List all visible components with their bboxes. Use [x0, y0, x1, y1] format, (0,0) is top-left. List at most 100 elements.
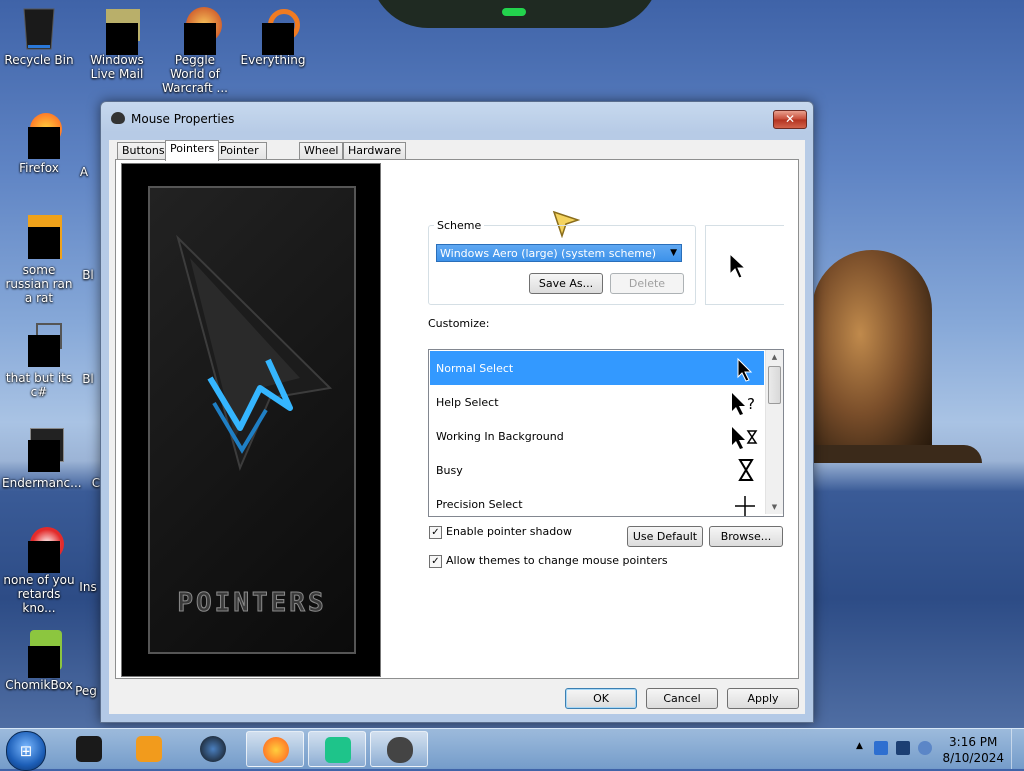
recycle-bin-icon — [16, 5, 62, 51]
show-desktop-button[interactable] — [1011, 729, 1024, 769]
mouse-icon — [387, 737, 413, 763]
scroll-down-icon[interactable]: ▼ — [766, 500, 783, 514]
taskbar-app-2[interactable] — [120, 731, 178, 767]
taskbar-mouse-properties[interactable] — [370, 731, 428, 767]
redaction-box — [28, 227, 60, 259]
desktop-icon-label: A — [79, 165, 89, 179]
redaction-box — [28, 646, 60, 678]
redaction-box — [106, 23, 138, 55]
chomikbox-icon — [16, 630, 62, 678]
redaction-box — [28, 127, 60, 159]
desktop-icon-everything[interactable]: Everything — [236, 5, 310, 67]
list-item-normal-select[interactable]: Normal Select — [430, 351, 764, 385]
browse-button[interactable]: Browse... — [709, 526, 783, 547]
list-item-help-select[interactable]: Help Select ? — [430, 385, 764, 419]
taskbar: ⊞ ▲ 3:16 PM 8/10/2024 — [0, 728, 1024, 771]
desktop-icon-some-russian[interactable]: some russian ran a rat — [2, 215, 76, 305]
mouse-icon — [111, 112, 125, 124]
desktop-icon-that-but-its-csharp[interactable]: that but its c# — [2, 323, 76, 399]
list-scrollbar[interactable]: ▲ ▼ — [765, 350, 783, 514]
arrow-logo-icon — [176, 234, 333, 472]
tray-app-icon[interactable] — [874, 741, 888, 755]
clock-time: 3:16 PM — [949, 735, 998, 749]
shortcut-icon — [16, 323, 62, 369]
scroll-thumb[interactable] — [768, 366, 781, 404]
taskbar-firefox[interactable] — [246, 731, 304, 767]
busy-icon — [738, 459, 754, 481]
preview-arrow-icon — [729, 252, 747, 279]
tab-hardware[interactable]: Hardware — [343, 142, 407, 160]
cube-icon — [325, 737, 351, 763]
help-select-icon: ? — [732, 393, 755, 415]
list-item-busy[interactable]: Busy — [430, 453, 764, 487]
app-icon — [76, 736, 102, 762]
windows-live-mail-icon — [94, 5, 140, 55]
tab-pointer-options[interactable]: Pointer Options — [215, 142, 268, 173]
taskbar-app-1[interactable] — [60, 731, 118, 767]
globe-icon — [200, 736, 226, 762]
apply-button[interactable]: Apply — [727, 688, 799, 709]
taskbar-app-3[interactable] — [184, 731, 242, 767]
start-button[interactable]: ⊞ — [6, 731, 46, 771]
tab-pointers[interactable]: Pointers — [165, 140, 220, 161]
delete-button[interactable]: Delete — [610, 273, 684, 294]
svg-text:?: ? — [747, 395, 755, 413]
gadget-led — [502, 8, 526, 16]
list-item-label: Working In Background — [436, 430, 564, 443]
close-button[interactable]: ✕ — [773, 110, 807, 129]
desktop-icon-label: ChomikBox — [5, 678, 73, 692]
redaction-box — [28, 440, 60, 472]
cursor-list[interactable]: Normal Select Help Select ? Working In B… — [428, 349, 784, 517]
terminal-icon — [16, 428, 64, 474]
save-as-button[interactable]: Save As... — [529, 273, 603, 294]
desktop-icon-endermanch[interactable]: Endermanc... — [2, 428, 82, 490]
dialog-client: Buttons Pointers Pointer Options Wheel H… — [109, 140, 805, 714]
network-icon[interactable] — [896, 741, 910, 755]
cancel-button[interactable]: Cancel — [646, 688, 718, 709]
pointer-preview — [705, 225, 784, 305]
pointers-theme-art: POINTERS — [121, 163, 381, 677]
checkbox-checked-icon: ✓ — [429, 526, 442, 539]
desktop-icon-label: Endermanc... — [2, 476, 82, 490]
desktop-icon-label: that but its c# — [5, 371, 73, 399]
desktop-icon-peggle[interactable]: Peggle World of Warcraft ... — [158, 5, 232, 95]
working-icon — [732, 427, 758, 449]
list-item-label: Help Select — [436, 396, 499, 409]
normal-select-icon — [737, 357, 753, 382]
checkbox-label: Enable pointer shadow — [446, 525, 572, 538]
desktop-icon-windows-live-mail[interactable]: Windows Live Mail — [80, 5, 154, 81]
desktop-icon-partial[interactable]: A — [64, 165, 104, 179]
list-item-label: Normal Select — [436, 362, 514, 375]
tab-buttons[interactable]: Buttons — [117, 142, 170, 160]
volume-icon[interactable] — [918, 741, 932, 755]
desktop-icon-label: Peggle World of Warcraft ... — [162, 53, 228, 95]
desktop-icon-label: Windows Live Mail — [90, 53, 144, 81]
wallpaper-cliff — [812, 250, 932, 460]
desktop-icon-label: none of you retards kno... — [3, 573, 75, 615]
system-tray: ▲ 3:16 PM 8/10/2024 — [844, 729, 1024, 769]
list-item-label: Busy — [436, 464, 463, 477]
show-hidden-icons-icon[interactable]: ▲ — [856, 741, 870, 755]
firefox-icon — [263, 737, 289, 763]
scheme-dropdown[interactable]: Windows Aero (large) (system scheme) ▼ — [436, 244, 682, 262]
wallpaper-rocks — [812, 445, 982, 463]
redaction-box — [262, 23, 294, 55]
desktop-icon-chomikbox[interactable]: ChomikBox — [2, 630, 76, 692]
redaction-box — [184, 23, 216, 55]
firefox-icon — [16, 113, 62, 159]
title-bar[interactable]: Mouse Properties ✕ — [101, 102, 813, 134]
tab-wheel[interactable]: Wheel — [299, 142, 344, 160]
list-item-working-in-background[interactable]: Working In Background — [430, 419, 764, 453]
ok-button[interactable]: OK — [565, 688, 637, 709]
taskbar-app-5[interactable] — [308, 731, 366, 767]
use-default-button[interactable]: Use Default — [627, 526, 703, 547]
desktop-icon-recycle-bin[interactable]: Recycle Bin — [2, 5, 76, 67]
list-item-label: Precision Select — [436, 498, 523, 511]
art-frame: POINTERS — [148, 186, 356, 654]
desktop-icon-none-of-you[interactable]: none of you retards kno... — [2, 525, 76, 615]
clock[interactable]: 3:16 PM 8/10/2024 — [942, 734, 1004, 766]
everything-icon — [250, 5, 300, 55]
list-item-precision-select[interactable]: Precision Select — [430, 487, 764, 516]
scroll-up-icon[interactable]: ▲ — [766, 350, 783, 364]
mouse-properties-window: Mouse Properties ✕ Buttons Pointers Poin… — [100, 101, 814, 723]
